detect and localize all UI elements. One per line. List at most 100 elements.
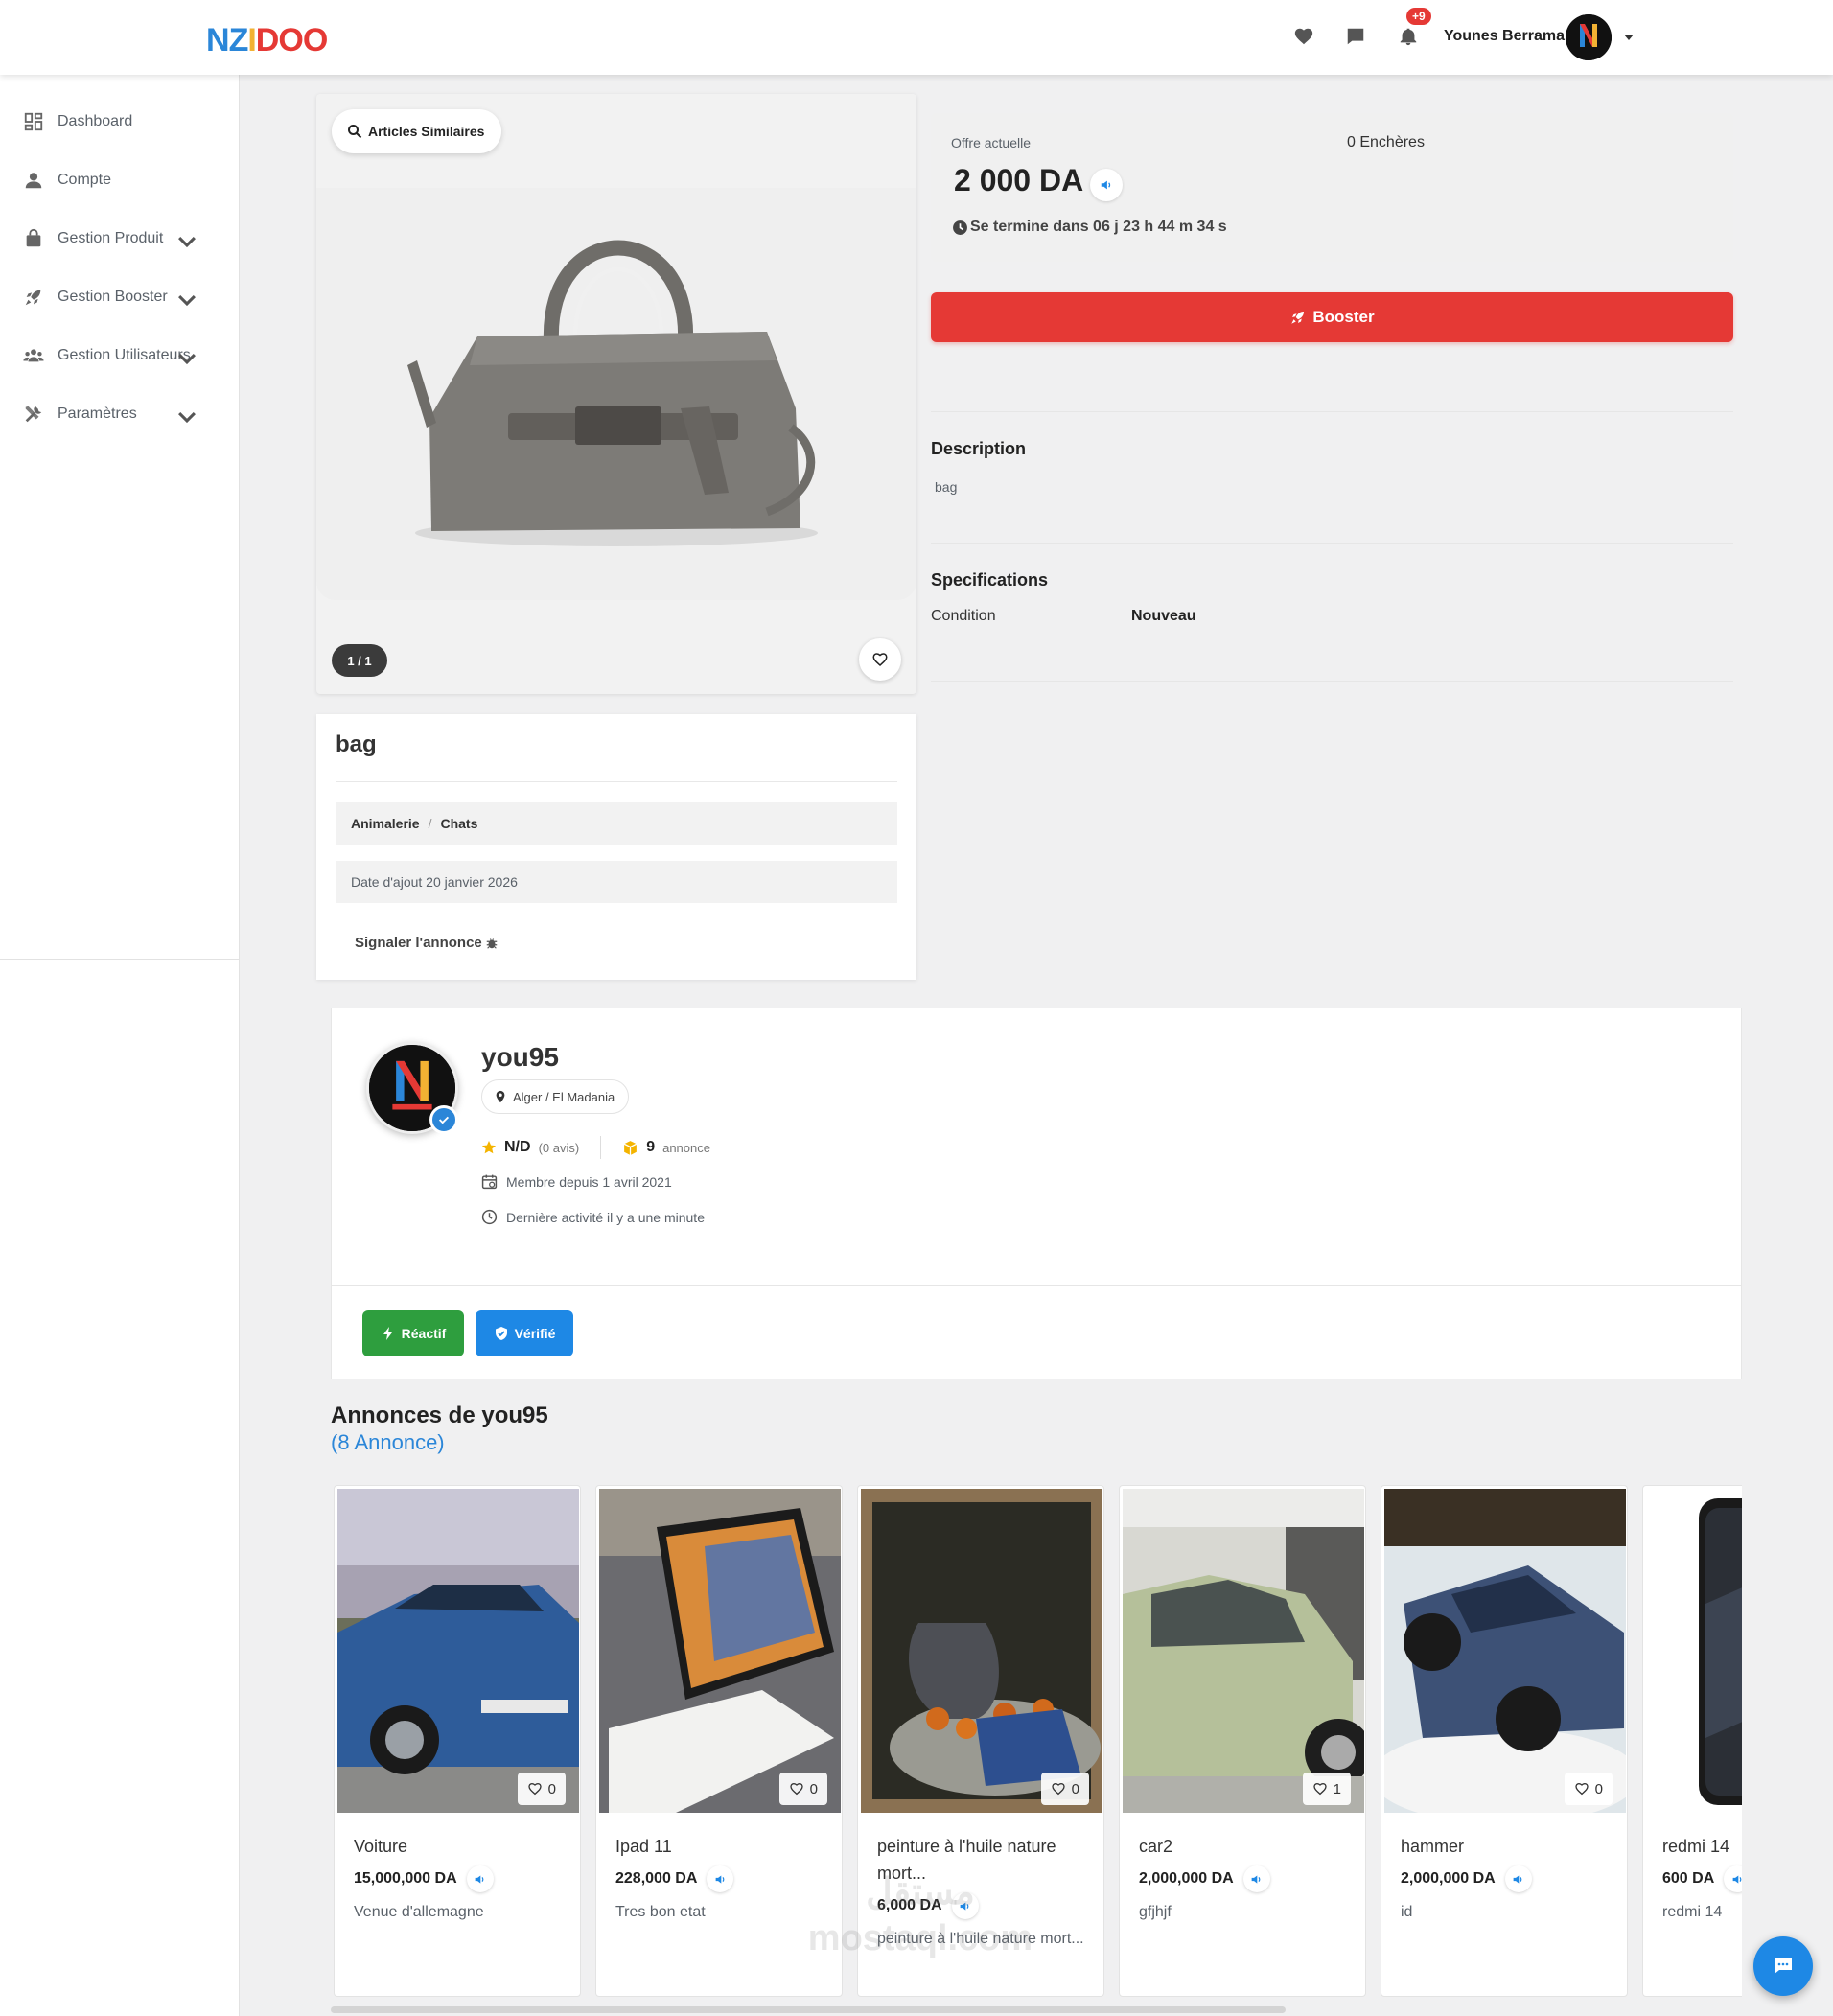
booster-button[interactable]: Booster: [931, 292, 1733, 342]
listing-image[interactable]: 1: [1123, 1489, 1364, 1813]
listing-like-button[interactable]: 0: [1040, 1773, 1089, 1805]
heart-outline-icon: [527, 1782, 542, 1796]
phone-photo: [1646, 1489, 1742, 1813]
chat-icon[interactable]: [1345, 26, 1366, 47]
current-offer-panel: Offre actuelle 0 Enchères 2 000 DA Se te…: [931, 113, 1733, 262]
box-icon: [624, 1140, 638, 1155]
listing-like-button[interactable]: 0: [1564, 1773, 1613, 1805]
spec-condition-label: Condition: [931, 608, 996, 624]
divider: [336, 781, 897, 782]
seller-name[interactable]: you95: [481, 1042, 559, 1073]
listings-carousel[interactable]: 0 Voiture 15,000,000 DA Venue d'allemagn…: [331, 1483, 1742, 2001]
logo[interactable]: NZIDOO: [206, 22, 328, 58]
volume-icon: [1101, 180, 1111, 190]
sidebar-item-compte[interactable]: Compte: [23, 161, 224, 199]
speak-price-button[interactable]: [1242, 1865, 1270, 1892]
breadcrumb-category[interactable]: Animalerie: [351, 816, 420, 831]
search-icon: [348, 125, 362, 139]
page: NZIDOO +9 Younes Berrama Dashboard Compt…: [0, 0, 1833, 2016]
speak-price-button[interactable]: [1504, 1865, 1532, 1892]
listing-card[interactable]: redmi 14 600 DA redmi 14: [1642, 1485, 1742, 1997]
volume-icon: [475, 1874, 484, 1884]
sidebar-item-gestion-utilisateurs[interactable]: Gestion Utilisateurs: [23, 336, 224, 375]
users-icon: [23, 349, 44, 362]
volume-icon: [715, 1874, 725, 1884]
listing-title[interactable]: car2: [1139, 1833, 1355, 1860]
product-image[interactable]: [316, 188, 916, 600]
listing-image[interactable]: 0: [337, 1489, 579, 1813]
speak-price-button[interactable]: [1090, 169, 1123, 201]
speak-price-button[interactable]: [466, 1865, 494, 1892]
listing-title[interactable]: redmi 14: [1662, 1833, 1742, 1860]
user-menu-caret-icon[interactable]: [1624, 35, 1634, 40]
clock-icon: [481, 1209, 498, 1225]
reviews-count[interactable]: (0 avis): [539, 1141, 580, 1155]
listing-price: 15,000,000 DA: [354, 1865, 494, 1892]
seller-rating-row: N/D (0 avis) 9 annonce: [481, 1136, 710, 1159]
member-since: Membre depuis 1 avril 2021: [481, 1173, 672, 1190]
user-avatar[interactable]: [1566, 14, 1612, 60]
chevron-down-icon: [178, 294, 196, 307]
listings-count: (8 Annonce): [331, 1430, 445, 1454]
listing-image[interactable]: [1646, 1489, 1742, 1813]
user-name[interactable]: Younes Berrama: [1444, 28, 1565, 45]
listing-price: 228,000 DA: [615, 1865, 734, 1892]
map-pin-icon: [496, 1090, 505, 1103]
bolt-icon: [383, 1327, 392, 1340]
countdown-text: Se termine dans 06 j 23 h 44 m 34 s: [970, 219, 1227, 235]
breadcrumb: Animalerie / Chats: [336, 802, 897, 845]
speak-price-button[interactable]: [1724, 1865, 1742, 1892]
logo-letter: O: [278, 22, 303, 58]
listing-title[interactable]: Voiture: [354, 1833, 569, 1860]
volume-icon: [1251, 1874, 1261, 1884]
listing-like-button[interactable]: 0: [517, 1773, 566, 1805]
watermark-latin: mostaql.com: [807, 1918, 1033, 1958]
listing-image[interactable]: 0: [861, 1489, 1102, 1813]
offer-label: Offre actuelle: [951, 135, 1032, 151]
offer-price: 2 000 DA: [954, 163, 1084, 197]
listing-like-button[interactable]: 1: [1302, 1773, 1351, 1805]
product-info-card: bag Animalerie / Chats Date d'ajout 20 j…: [316, 714, 916, 980]
speak-price-button[interactable]: [707, 1865, 734, 1892]
listing-image[interactable]: 0: [599, 1489, 841, 1813]
last-activity-text: Dernière activité il y a une minute: [506, 1209, 705, 1225]
listing-card[interactable]: 1 car2 2,000,000 DA gfjhjf: [1119, 1485, 1366, 1997]
sidebar-item-dashboard[interactable]: Dashboard: [23, 103, 224, 141]
listing-price: 2,000,000 DA: [1401, 1865, 1532, 1892]
divider: [332, 1285, 1741, 1286]
notification-badge: +9: [1406, 8, 1431, 25]
top-bar: NZIDOO +9 Younes Berrama: [0, 0, 1833, 75]
listing-image[interactable]: 0: [1384, 1489, 1626, 1813]
verified-badge: Vérifié: [476, 1310, 573, 1356]
logo-letter: Z: [228, 22, 249, 58]
rating-value: N/D: [504, 1139, 531, 1155]
report-listing-link[interactable]: Signaler l'annonce: [355, 935, 499, 951]
auction-countdown: Se termine dans 06 j 23 h 44 m 34 s: [952, 219, 1227, 236]
breadcrumb-subcategory[interactable]: Chats: [440, 816, 477, 831]
calendar-icon: [481, 1174, 498, 1190]
favorite-button[interactable]: [859, 638, 901, 681]
volume-icon: [1513, 1874, 1522, 1884]
chat-button[interactable]: [1753, 1936, 1813, 1996]
sidebar-item-label: Gestion Utilisateurs: [58, 347, 191, 363]
sidebar-item-gestion-booster[interactable]: Gestion Booster: [23, 278, 224, 316]
listing-price-value: 2,000,000 DA: [1139, 1870, 1234, 1887]
heart-outline-icon: [872, 653, 888, 667]
sidebar-item-gestion-produit[interactable]: Gestion Produit: [23, 220, 224, 258]
divider: [931, 411, 1733, 412]
listing-title[interactable]: Ipad 11: [615, 1833, 831, 1860]
spec-condition-value: Nouveau: [1131, 608, 1196, 624]
listing-like-button[interactable]: 0: [778, 1773, 827, 1805]
heart-icon[interactable]: [1293, 26, 1314, 47]
carousel-scrollbar[interactable]: [331, 2006, 1286, 2013]
listing-card[interactable]: 0 Voiture 15,000,000 DA Venue d'allemagn…: [334, 1485, 581, 1997]
similar-articles-button[interactable]: Articles Similaires: [332, 109, 502, 153]
listing-title[interactable]: hammer: [1401, 1833, 1616, 1860]
sidebar-item-label: Gestion Booster: [58, 289, 168, 305]
sidebar-item-label: Gestion Produit: [58, 230, 164, 246]
handbag-illustration: [407, 240, 818, 546]
listing-card[interactable]: 0 hammer 2,000,000 DA id: [1381, 1485, 1628, 1997]
sidebar-item-parametres[interactable]: Paramètres: [23, 395, 224, 433]
bell-icon[interactable]: [1398, 26, 1419, 47]
heart-outline-icon: [789, 1782, 803, 1796]
